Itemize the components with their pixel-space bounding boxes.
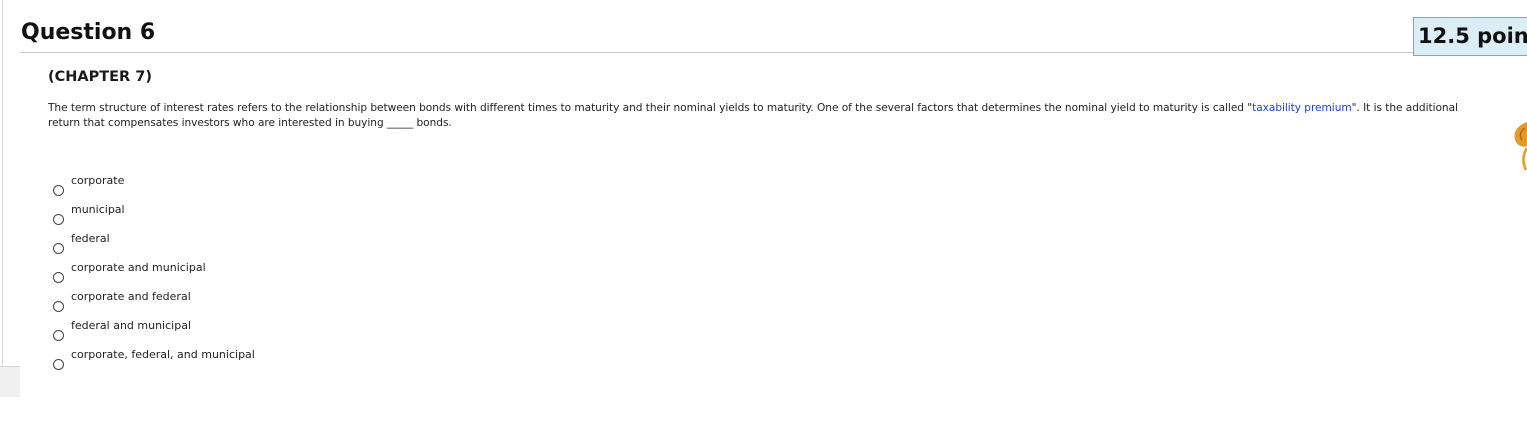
answer-choice-municipal[interactable]: municipal xyxy=(50,203,450,232)
answer-choice-corporate-and-federal[interactable]: corporate and federal xyxy=(50,290,450,319)
frame-bottom-left-panel xyxy=(0,366,20,397)
prompt-text-part1: The term structure of interest rates ref… xyxy=(48,102,1253,114)
choice-label: federal and municipal xyxy=(71,319,191,332)
answer-choice-all-three[interactable]: corporate, federal, and municipal xyxy=(50,348,450,377)
question-header: Question 6 xyxy=(20,18,1527,53)
question-prompt: The term structure of interest rates ref… xyxy=(48,101,1458,131)
choice-label: corporate and federal xyxy=(71,290,191,303)
radio-button[interactable] xyxy=(53,243,64,254)
choice-label: federal xyxy=(71,232,110,245)
prompt-highlight-term: taxability premium xyxy=(1252,102,1352,114)
radio-button[interactable] xyxy=(53,185,64,196)
points-value: 12.5 points xyxy=(1418,24,1527,48)
chapter-heading: (CHAPTER 7) xyxy=(48,69,152,85)
partial-decoration-icon xyxy=(1514,122,1527,171)
choice-label: corporate, federal, and municipal xyxy=(71,348,255,361)
frame-bottom-divider xyxy=(0,366,20,367)
question-page: Question 6 12.5 points (CHAPTER 7) The t… xyxy=(0,0,1527,429)
answer-choice-federal-and-municipal[interactable]: federal and municipal xyxy=(50,319,450,348)
points-badge: 12.5 points xyxy=(1413,17,1527,56)
radio-button[interactable] xyxy=(53,359,64,370)
choice-label: corporate xyxy=(71,174,125,187)
choice-label: corporate and municipal xyxy=(71,261,206,274)
answer-choices: corporate municipal federal corporate an… xyxy=(50,174,450,377)
radio-button[interactable] xyxy=(53,214,64,225)
frame-left-border xyxy=(2,0,3,366)
answer-choice-federal[interactable]: federal xyxy=(50,232,450,261)
question-title: Question 6 xyxy=(21,20,156,45)
answer-choice-corporate-and-municipal[interactable]: corporate and municipal xyxy=(50,261,450,290)
choice-label: municipal xyxy=(71,203,125,216)
answer-choice-corporate[interactable]: corporate xyxy=(50,174,450,203)
radio-button[interactable] xyxy=(53,330,64,341)
radio-button[interactable] xyxy=(53,272,64,283)
radio-button[interactable] xyxy=(53,301,64,312)
